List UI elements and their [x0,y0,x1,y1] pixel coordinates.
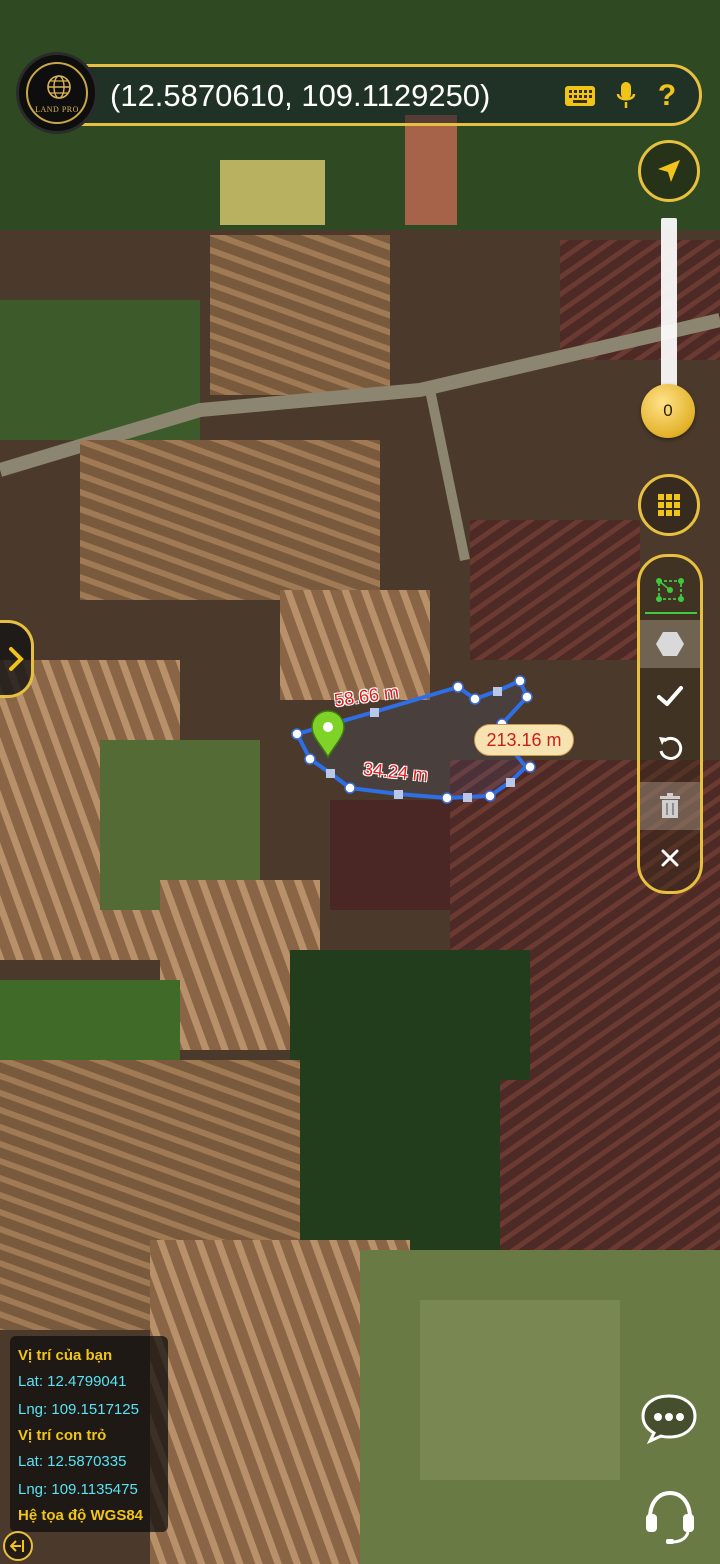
active-tool-underline [645,612,697,614]
land-pro-logo[interactable]: LAND PRO [16,52,98,134]
expand-panel-button[interactable] [0,620,34,698]
total-length-label: 213.16 m [474,724,574,756]
exit-button[interactable] [3,1531,33,1561]
close-tool-button[interactable] [640,834,700,882]
grid-icon [658,494,680,516]
locate-button[interactable] [638,140,700,202]
chat-icon[interactable] [638,1390,700,1446]
pointer-longitude: Lng: 109.1135475 [18,1481,138,1498]
support-headset-icon[interactable] [640,1484,700,1548]
microphone-icon[interactable] [614,80,638,112]
pointer-latitude: Lat: 12.5870335 [18,1453,127,1470]
zoom-slider-track[interactable] [661,218,677,408]
trash-icon [660,793,680,818]
polygon-tool-icon [656,578,684,602]
your-location-label: Vị trí của bạn [18,1347,113,1364]
help-icon[interactable]: ? [654,79,680,112]
check-icon [657,686,683,706]
polygon-tool-button[interactable] [640,566,700,614]
location-info-panel: Vị trí của bạn Lat: 12.4799041 Lng: 109.… [10,1336,168,1532]
your-latitude: Lat: 12.4799041 [18,1373,127,1390]
close-icon [661,849,679,867]
undo-icon [659,736,683,760]
globe-icon [47,75,71,99]
exit-arrow-icon [10,1540,24,1552]
chevron-right-icon [8,647,24,671]
undo-button[interactable] [640,724,700,772]
zoom-slider-knob[interactable]: 0 [641,384,695,438]
grid-button[interactable] [638,474,700,536]
pointer-location-label: Vị trí con trỏ [18,1427,107,1444]
hexagon-tool-button[interactable] [640,620,700,668]
locate-arrow-icon [658,160,680,182]
coordinate-search-text[interactable]: (12.5870610, 109.1129250) [110,76,490,116]
coordinate-system-label: Hệ tọa độ WGS84 [18,1507,144,1524]
hexagon-icon [656,632,684,656]
your-longitude: Lng: 109.1517125 [18,1401,139,1418]
confirm-button[interactable] [640,672,700,720]
keyboard-icon[interactable] [563,80,597,112]
logo-text: LAND PRO [35,105,79,114]
delete-button[interactable] [640,782,700,830]
satellite-map[interactable] [0,0,720,1564]
